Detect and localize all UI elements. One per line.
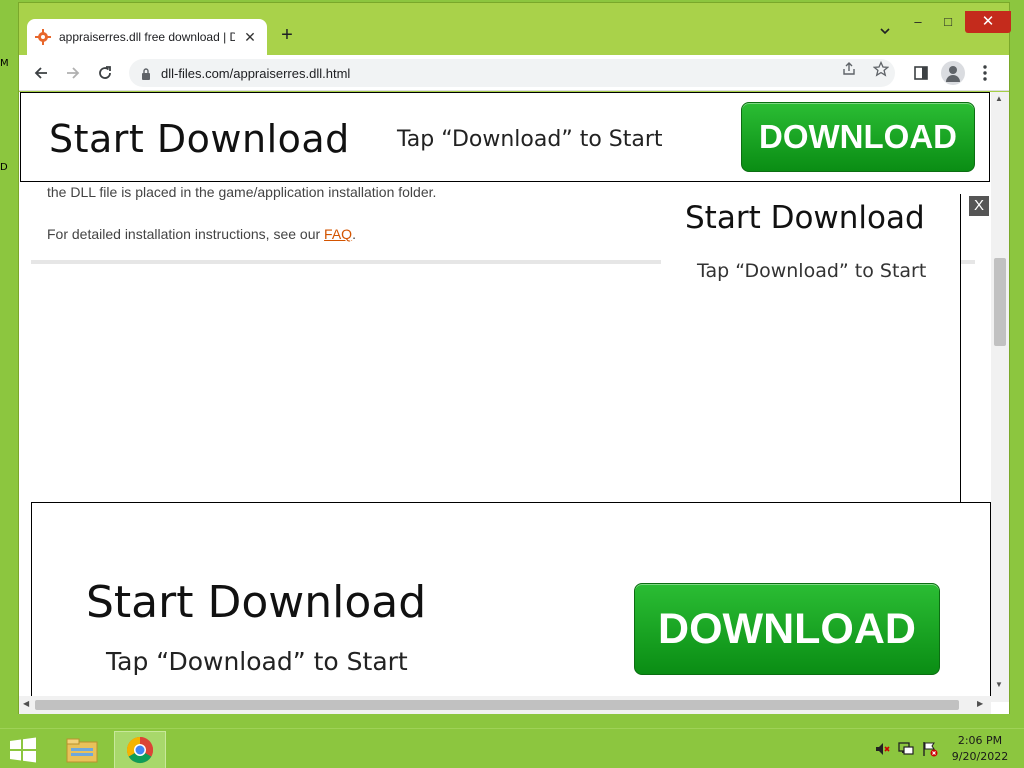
side-panel-icon[interactable]: [909, 61, 933, 85]
web-page: the DLL file is placed in the game/appli…: [19, 92, 1009, 714]
scroll-right-arrow-icon[interactable]: ▶: [977, 699, 983, 708]
bottom-download-button[interactable]: DOWNLOAD: [634, 583, 940, 675]
bottom-ad-banner[interactable]: Start Download Tap “Download” to Start D…: [31, 502, 991, 702]
maximize-button[interactable]: □: [935, 11, 961, 33]
gear-favicon-icon: [35, 29, 51, 45]
top-banner-subtext[interactable]: Tap “Download” to Start: [397, 127, 663, 152]
minimize-button[interactable]: –: [905, 11, 931, 33]
vertical-scrollbar[interactable]: ▲ ▼: [991, 92, 1009, 702]
bottom-banner-subtext[interactable]: Tap “Download” to Start: [106, 647, 408, 676]
volume-muted-icon[interactable]: [874, 741, 890, 757]
top-download-button[interactable]: DOWNLOAD: [741, 102, 975, 172]
article-text: For detailed installation instructions, …: [47, 226, 325, 242]
horizontal-scrollbar[interactable]: ◀ ▶: [19, 696, 991, 714]
side-ad-subtext[interactable]: Tap “Download” to Start: [697, 260, 926, 282]
network-icon[interactable]: [898, 741, 914, 757]
new-tab-button[interactable]: +: [275, 23, 299, 47]
windows-start-icon[interactable]: [8, 737, 38, 763]
faq-link[interactable]: FAQ: [324, 226, 352, 242]
bottom-banner-heading[interactable]: Start Download: [86, 577, 426, 628]
scroll-left-arrow-icon[interactable]: ◀: [23, 699, 29, 708]
action-center-flag-icon[interactable]: [922, 741, 938, 757]
vertical-scroll-thumb[interactable]: [994, 258, 1006, 346]
lock-icon[interactable]: [141, 67, 151, 80]
address-bar[interactable]: dll-files.com/appraiserres.dll.html: [129, 59, 895, 87]
profile-icon[interactable]: [941, 61, 965, 85]
browser-tab[interactable]: appraiserres.dll free download | D ✕: [27, 19, 267, 55]
desktop-edge: M D: [0, 56, 20, 736]
scroll-down-arrow-icon[interactable]: ▼: [995, 680, 1003, 689]
article-line-faq: For detailed installation instructions, …: [47, 226, 356, 242]
file-explorer-icon[interactable]: [56, 731, 108, 768]
share-icon[interactable]: [841, 61, 857, 77]
browser-toolbar: dll-files.com/appraiserres.dll.html: [19, 55, 1009, 91]
close-window-button[interactable]: ✕: [965, 11, 1011, 33]
clock-date: 9/20/2022: [951, 750, 1009, 763]
system-clock[interactable]: 2:06 PM 9/20/2022: [944, 733, 1016, 765]
forward-icon[interactable]: [61, 61, 85, 85]
desktop-icon-label-m: M: [0, 58, 9, 69]
star-icon[interactable]: [872, 60, 890, 77]
title-bar: appraiserres.dll free download | D ✕ + –…: [19, 3, 1011, 55]
scroll-up-arrow-icon[interactable]: ▲: [995, 94, 1003, 103]
menu-icon[interactable]: [973, 61, 997, 85]
tab-close-icon[interactable]: ✕: [241, 28, 259, 46]
browser-window: appraiserres.dll free download | D ✕ + –…: [18, 2, 1011, 714]
section-divider: [31, 260, 661, 264]
back-icon[interactable]: [29, 61, 53, 85]
horizontal-scroll-thumb[interactable]: [35, 700, 959, 710]
top-ad-banner[interactable]: Start Download Tap “Download” to Start D…: [20, 92, 990, 182]
desktop-icon-label-d: D: [0, 162, 8, 173]
ad-close-button[interactable]: X: [969, 196, 989, 216]
side-ad[interactable]: Start Download Tap “Download” to Start: [663, 194, 961, 504]
chrome-icon[interactable]: [114, 731, 166, 768]
taskbar: 2:06 PM 9/20/2022: [0, 728, 1024, 768]
side-ad-heading[interactable]: Start Download: [685, 200, 925, 236]
article-text-end: .: [352, 226, 356, 242]
tab-title: appraiserres.dll free download | D: [59, 30, 235, 44]
clock-time: 2:06 PM: [957, 734, 1003, 747]
top-banner-heading[interactable]: Start Download: [49, 117, 350, 161]
reload-icon[interactable]: [93, 61, 117, 85]
section-divider-right: [961, 260, 975, 264]
url-text[interactable]: dll-files.com/appraiserres.dll.html: [161, 66, 350, 81]
tab-search-chevron-icon[interactable]: [875, 25, 895, 45]
article-line: the DLL file is placed in the game/appli…: [47, 184, 437, 200]
